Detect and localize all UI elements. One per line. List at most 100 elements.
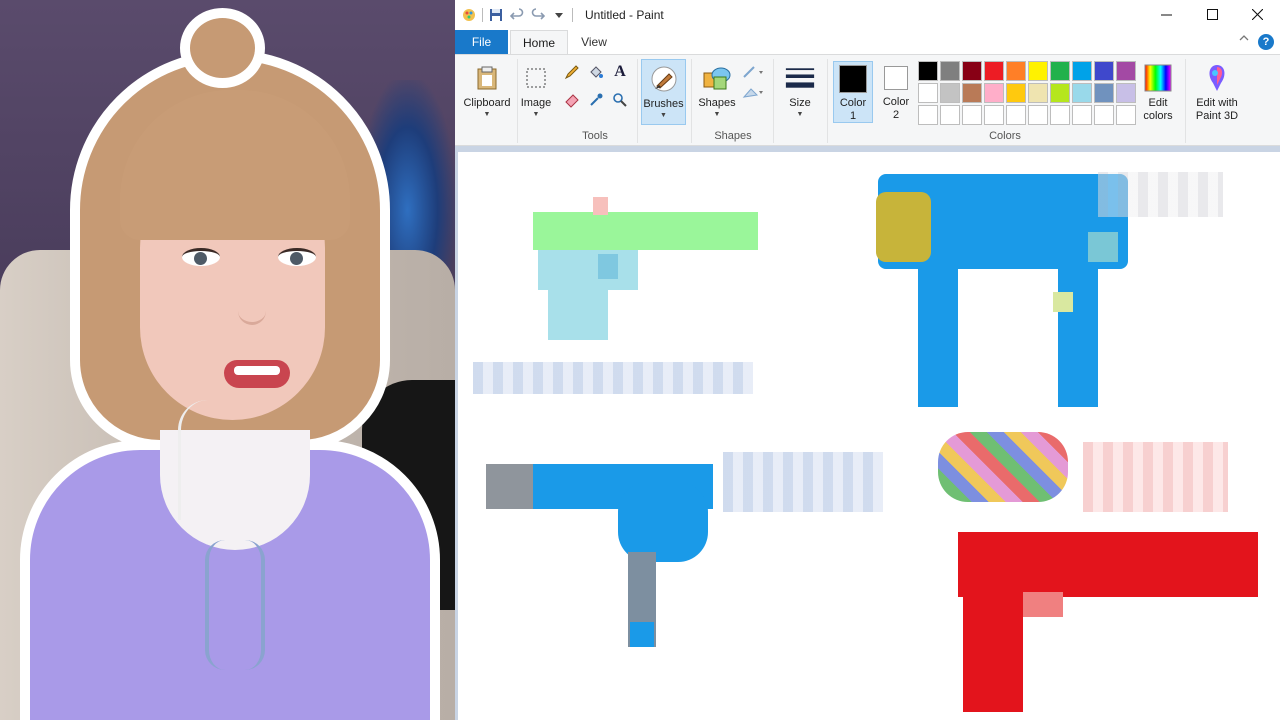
- shapes-button[interactable]: Shapes ▼: [695, 59, 739, 125]
- palette-swatch[interactable]: [1028, 83, 1048, 103]
- palette-swatch[interactable]: [1006, 83, 1026, 103]
- color2-button[interactable]: Color 2: [876, 61, 916, 123]
- redo-icon[interactable]: [530, 7, 546, 23]
- close-button[interactable]: [1234, 0, 1280, 30]
- blurred-caption: [473, 362, 753, 394]
- palette-swatch[interactable]: [1072, 61, 1092, 81]
- palette-swatch[interactable]: [940, 61, 960, 81]
- palette-swatch[interactable]: [918, 61, 938, 81]
- shapes-group-label: Shapes: [714, 130, 752, 142]
- ribbon: Clipboard ▼ Image ▼ A Tools Brushes ▼ Sh…: [455, 54, 1280, 146]
- color-spectrum-icon: [1143, 63, 1173, 93]
- magnifier-icon[interactable]: [611, 91, 629, 109]
- tab-home[interactable]: Home: [510, 30, 568, 54]
- outline-fill-options[interactable]: [741, 63, 767, 103]
- edit-colors-label-line1: Edit: [1148, 97, 1168, 109]
- title-bar: Untitled - Paint: [455, 0, 1280, 30]
- palette-swatch[interactable]: [1050, 105, 1070, 125]
- palette-swatch[interactable]: [1050, 61, 1070, 81]
- palette-swatch[interactable]: [1116, 61, 1136, 81]
- canvas-workspace: [455, 146, 1280, 720]
- palette-swatch[interactable]: [1094, 83, 1114, 103]
- chevron-down-icon: ▼: [796, 111, 804, 118]
- bow-ribbon: [205, 540, 265, 670]
- palette-swatch[interactable]: [1094, 105, 1114, 125]
- eraser-icon[interactable]: [563, 91, 581, 109]
- pencil-icon[interactable]: [563, 63, 581, 81]
- shapes-label: Shapes: [698, 97, 736, 109]
- palette-swatch[interactable]: [984, 83, 1004, 103]
- palette-swatch[interactable]: [1116, 105, 1136, 125]
- palette-swatch[interactable]: [1028, 105, 1048, 125]
- palette-swatch[interactable]: [940, 83, 960, 103]
- collapse-ribbon-icon[interactable]: [1239, 34, 1249, 45]
- color2-label-line2: 2: [892, 109, 900, 121]
- palette-swatch[interactable]: [962, 105, 982, 125]
- text-icon[interactable]: A: [611, 63, 629, 81]
- quick-access-toolbar: [461, 6, 573, 24]
- palette-swatch[interactable]: [1072, 83, 1092, 103]
- palette-swatch[interactable]: [984, 105, 1004, 125]
- undo-icon[interactable]: [509, 7, 525, 23]
- color1-label-line1: Color: [839, 97, 867, 109]
- minimize-button[interactable]: [1143, 0, 1189, 30]
- palette-swatch[interactable]: [984, 61, 1004, 81]
- palette-swatch[interactable]: [1006, 61, 1026, 81]
- save-icon[interactable]: [488, 7, 504, 23]
- shapes-icon: [702, 63, 732, 93]
- drawing-canvas[interactable]: [458, 152, 1280, 720]
- group-separator: [1185, 59, 1186, 143]
- brushes-label: Brushes: [643, 98, 684, 110]
- palette-swatch[interactable]: [1028, 61, 1048, 81]
- palette-swatch[interactable]: [1050, 83, 1070, 103]
- maximize-button[interactable]: [1189, 0, 1235, 30]
- tab-file[interactable]: File: [455, 30, 508, 54]
- size-button[interactable]: Size ▼: [780, 59, 820, 125]
- chevron-down-icon[interactable]: [551, 7, 567, 23]
- fill-icon[interactable]: [587, 63, 605, 81]
- hair-bun: [180, 8, 265, 88]
- palette-swatch[interactable]: [1094, 61, 1114, 81]
- brushes-button[interactable]: Brushes ▼: [641, 59, 686, 125]
- paint3d-label-line2: Paint 3D: [1195, 110, 1239, 122]
- palette-swatch[interactable]: [918, 105, 938, 125]
- help-button[interactable]: ?: [1258, 34, 1274, 50]
- image-button[interactable]: Image ▼: [515, 59, 557, 125]
- color-picker-icon[interactable]: [587, 91, 605, 109]
- size-label: Size: [789, 97, 811, 109]
- nose: [238, 285, 266, 325]
- group-separator: [827, 59, 828, 143]
- select-icon: [521, 63, 551, 93]
- color1-label-line2: 1: [849, 110, 857, 122]
- maximize-icon: [1206, 7, 1218, 23]
- paint3d-label-line1: Edit with: [1196, 97, 1238, 109]
- palette-swatch[interactable]: [940, 105, 960, 125]
- color1-button[interactable]: Color 1: [833, 61, 873, 123]
- ribbon-tabs: File Home View ?: [455, 30, 1280, 54]
- group-separator: [637, 59, 638, 143]
- palette-swatch[interactable]: [1116, 83, 1136, 103]
- minimize-icon: [1160, 7, 1172, 23]
- color2-swatch: [884, 66, 908, 90]
- tools-grid: A: [563, 63, 627, 109]
- tab-view[interactable]: View: [573, 30, 615, 54]
- mouth: [224, 360, 290, 388]
- palette-swatch[interactable]: [962, 83, 982, 103]
- webcam-feed: [0, 0, 455, 720]
- palette-swatch[interactable]: [1072, 105, 1092, 125]
- color-palette: [918, 61, 1136, 125]
- palette-swatch[interactable]: [962, 61, 982, 81]
- tools-group-label: Tools: [582, 130, 608, 142]
- line-size-icon: [785, 63, 815, 93]
- color2-label-line1: Color: [882, 96, 910, 108]
- left-eye: [182, 248, 220, 266]
- palette-swatch[interactable]: [918, 83, 938, 103]
- chevron-down-icon: ▼: [660, 112, 667, 119]
- palette-swatch[interactable]: [1006, 105, 1026, 125]
- clipboard-button[interactable]: Clipboard ▼: [459, 59, 515, 125]
- toolbar-separator: [482, 8, 483, 22]
- earphone-cable: [178, 400, 218, 520]
- edit-colors-button[interactable]: Edit colors: [1139, 59, 1177, 125]
- group-separator: [691, 59, 692, 143]
- edit-with-paint3d-button[interactable]: Edit with Paint 3D: [1189, 59, 1245, 125]
